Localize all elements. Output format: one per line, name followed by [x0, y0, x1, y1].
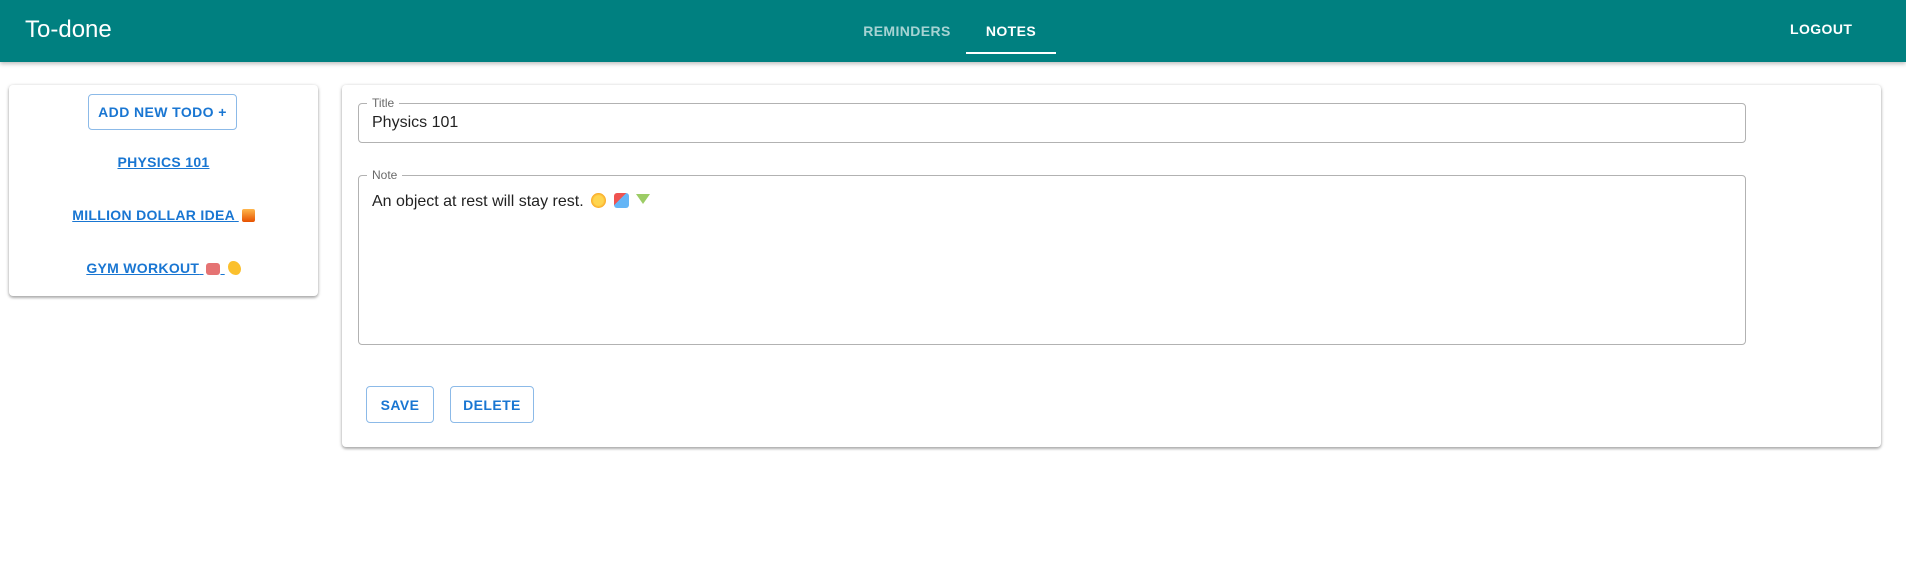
construction-emoji-icon [241, 209, 255, 222]
active-tab-indicator [966, 52, 1056, 54]
tab-notes[interactable]: NOTES [966, 0, 1056, 62]
save-button[interactable]: SAVE [366, 386, 434, 423]
todo-item-gym-workout[interactable]: GYM WORKOUT [9, 260, 318, 276]
todo-item-million-dollar-idea[interactable]: MILLION DOLLAR IDEA [9, 207, 318, 223]
cocktail-emoji-icon [636, 194, 650, 204]
flexed-biceps-emoji-icon [227, 261, 241, 275]
todo-item-label: MILLION DOLLAR IDEA [72, 207, 235, 223]
title-input[interactable]: Physics 101 [372, 114, 458, 132]
todo-item-label: PHYSICS 101 [117, 154, 210, 170]
sun-emoji-icon [591, 193, 607, 208]
todo-item-label: GYM WORKOUT [86, 260, 200, 276]
delete-button[interactable]: DELETE [450, 386, 534, 423]
add-new-todo-button[interactable]: ADD NEW TODO + [88, 94, 237, 130]
title-field[interactable]: Title Physics 101 [358, 96, 1746, 143]
nav-tabs: REMINDERS NOTES [848, 0, 1056, 62]
tab-notes-label: NOTES [985, 23, 1037, 39]
todo-list-panel: ADD NEW TODO + PHYSICS 101 MILLION DOLLA… [9, 85, 318, 296]
note-field-label: Note [367, 168, 403, 182]
tab-reminders[interactable]: REMINDERS [848, 0, 966, 62]
weightlifter-emoji-icon [206, 263, 221, 275]
app-bar: To-done REMINDERS NOTES LOGOUT [0, 0, 1906, 62]
title-field-label: Title [367, 96, 400, 110]
beach-umbrella-emoji-icon [613, 193, 629, 208]
app-title: To-done [25, 16, 112, 43]
logout-button[interactable]: LOGOUT [1790, 0, 1852, 58]
note-text: An object at rest will stay rest. [372, 193, 584, 210]
note-textarea[interactable]: An object at rest will stay rest. [372, 193, 650, 211]
note-field[interactable]: Note An object at rest will stay rest. [358, 168, 1746, 345]
note-editor-panel: Title Physics 101 Note An object at rest… [342, 85, 1881, 447]
todo-item-physics-101[interactable]: PHYSICS 101 [9, 154, 318, 170]
